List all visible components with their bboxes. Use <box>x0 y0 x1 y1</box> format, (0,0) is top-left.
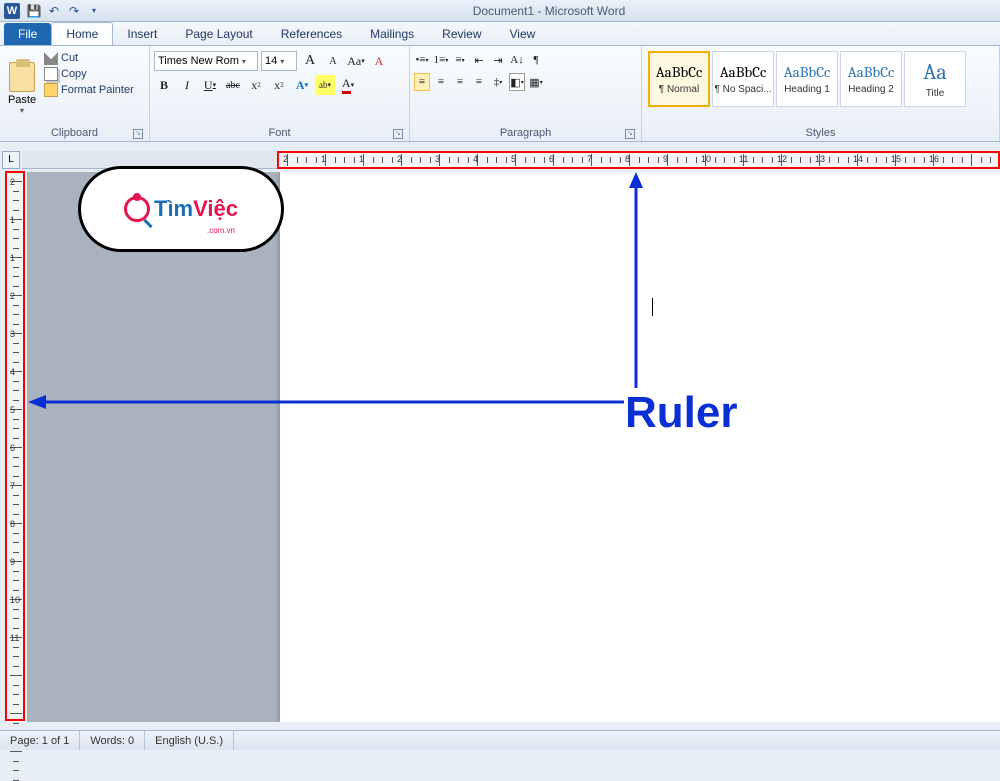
paste-button[interactable]: Paste ▾ <box>4 49 40 126</box>
group-font: Times New Rom▾ 14▾ A A Aa▾ A B I U▾ abc … <box>150 46 410 141</box>
font-dialog-icon[interactable]: ↘ <box>393 129 403 139</box>
tab-view[interactable]: View <box>496 23 550 45</box>
styles-group-label: Styles <box>646 126 995 140</box>
show-marks-button[interactable]: ¶ <box>528 51 544 69</box>
cut-icon <box>44 51 58 65</box>
ribbon-tabs: File Home Insert Page Layout References … <box>0 22 1000 46</box>
copy-icon <box>44 67 58 81</box>
paragraph-group-label: Paragraph↘ <box>414 126 637 140</box>
shading-button[interactable]: ◧▾ <box>509 73 525 91</box>
font-size-select[interactable]: 14▾ <box>261 51 297 71</box>
strikethrough-button[interactable]: abc <box>223 75 243 95</box>
tab-mailings[interactable]: Mailings <box>356 23 428 45</box>
decrease-indent-button[interactable]: ⇤ <box>471 51 487 69</box>
style-no-spacing[interactable]: AaBbCc¶ No Spaci... <box>712 51 774 107</box>
paste-menu-icon[interactable]: ▾ <box>20 106 24 115</box>
tab-page-layout[interactable]: Page Layout <box>171 23 266 45</box>
style-heading-2[interactable]: AaBbCcHeading 2 <box>840 51 902 107</box>
paragraph-dialog-icon[interactable]: ↘ <box>625 129 635 139</box>
ribbon: Paste ▾ Cut Copy Format Painter Clipboar… <box>0 46 1000 142</box>
style-normal[interactable]: AaBbCc¶ Normal <box>648 51 710 107</box>
font-group-label: Font↘ <box>154 126 405 140</box>
font-name-select[interactable]: Times New Rom▾ <box>154 51 258 71</box>
style-heading-1[interactable]: AaBbCcHeading 1 <box>776 51 838 107</box>
style-title[interactable]: AaTitle <box>904 51 966 107</box>
sort-button[interactable]: A↓ <box>509 51 525 69</box>
word-app-icon: W <box>4 3 20 19</box>
save-icon[interactable]: 💾 <box>26 3 42 19</box>
highlight-button[interactable]: ab▾ <box>315 75 335 95</box>
magnifier-icon <box>124 196 150 222</box>
tab-references[interactable]: References <box>267 23 356 45</box>
bold-button[interactable]: B <box>154 75 174 95</box>
format-painter-icon <box>44 83 58 97</box>
status-bar: Page: 1 of 1 Words: 0 English (U.S.) <box>0 730 1000 750</box>
line-spacing-button[interactable]: ‡▾ <box>490 73 506 91</box>
clipboard-dialog-icon[interactable]: ↘ <box>133 129 143 139</box>
redo-icon[interactable]: ↷ <box>66 3 82 19</box>
tab-insert[interactable]: Insert <box>113 23 171 45</box>
increase-indent-button[interactable]: ⇥ <box>490 51 506 69</box>
align-center-button[interactable]: ≡ <box>433 73 449 91</box>
annotation-label-ruler: Ruler <box>625 388 737 438</box>
tab-review[interactable]: Review <box>428 23 495 45</box>
align-right-button[interactable]: ≡ <box>452 73 468 91</box>
undo-icon[interactable]: ↶ <box>46 3 62 19</box>
group-clipboard: Paste ▾ Cut Copy Format Painter Clipboar… <box>0 46 150 141</box>
bullets-button[interactable]: •≡▾ <box>414 51 430 69</box>
paste-label: Paste <box>8 94 36 106</box>
tab-home[interactable]: Home <box>51 22 113 45</box>
superscript-button[interactable]: x2 <box>269 75 289 95</box>
font-color-button[interactable]: A▾ <box>338 75 358 95</box>
tab-file[interactable]: File <box>4 23 51 45</box>
shrink-font-button[interactable]: A <box>323 51 343 71</box>
window-title: Document1 - Microsoft Word <box>102 4 996 18</box>
status-language[interactable]: English (U.S.) <box>145 731 234 750</box>
ruler-horizontal[interactable]: 2112345678910111213141516 <box>277 151 1000 169</box>
cut-button[interactable]: Cut <box>44 51 134 65</box>
status-words[interactable]: Words: 0 <box>80 731 145 750</box>
format-painter-button[interactable]: Format Painter <box>44 83 134 97</box>
italic-button[interactable]: I <box>177 75 197 95</box>
borders-button[interactable]: ▦▾ <box>528 73 544 91</box>
group-paragraph: •≡▾ 1≡▾ ≡▾ ⇤ ⇥ A↓ ¶ ≡ ≡ ≡ ≡ ‡▾ ◧▾ ▦▾ Par… <box>410 46 642 141</box>
align-left-button[interactable]: ≡ <box>414 73 430 91</box>
tab-selector[interactable]: L <box>2 151 20 169</box>
status-page[interactable]: Page: 1 of 1 <box>0 731 80 750</box>
change-case-button[interactable]: Aa▾ <box>346 51 366 71</box>
title-bar: W 💾 ↶ ↷ ▾ Document1 - Microsoft Word <box>0 0 1000 22</box>
group-styles: AaBbCc¶ Normal AaBbCc¶ No Spaci... AaBbC… <box>642 46 1000 141</box>
ruler-vertical-wrap: 211234567891011 <box>6 172 24 720</box>
ruler-vertical[interactable]: 211234567891011 <box>6 172 24 720</box>
qat-dropdown-icon[interactable]: ▾ <box>86 3 102 19</box>
text-effects-button[interactable]: A▾ <box>292 75 312 95</box>
text-cursor <box>652 298 653 316</box>
paste-icon <box>9 62 35 92</box>
styles-gallery[interactable]: AaBbCc¶ Normal AaBbCc¶ No Spaci... AaBbC… <box>646 49 968 126</box>
multilevel-button[interactable]: ≡▾ <box>452 51 468 69</box>
clear-formatting-button[interactable]: A <box>369 51 389 71</box>
clipboard-group-label: Clipboard↘ <box>4 126 145 140</box>
underline-button[interactable]: U▾ <box>200 75 220 95</box>
document-area[interactable] <box>27 172 1000 722</box>
document-page[interactable] <box>280 172 1000 722</box>
grow-font-button[interactable]: A <box>300 51 320 71</box>
subscript-button[interactable]: x2 <box>246 75 266 95</box>
copy-button[interactable]: Copy <box>44 67 134 81</box>
justify-button[interactable]: ≡ <box>471 73 487 91</box>
quick-access-toolbar: 💾 ↶ ↷ ▾ <box>26 3 102 19</box>
numbering-button[interactable]: 1≡▾ <box>433 51 449 69</box>
watermark-logo: TìmViệc .com.vn <box>78 166 284 252</box>
